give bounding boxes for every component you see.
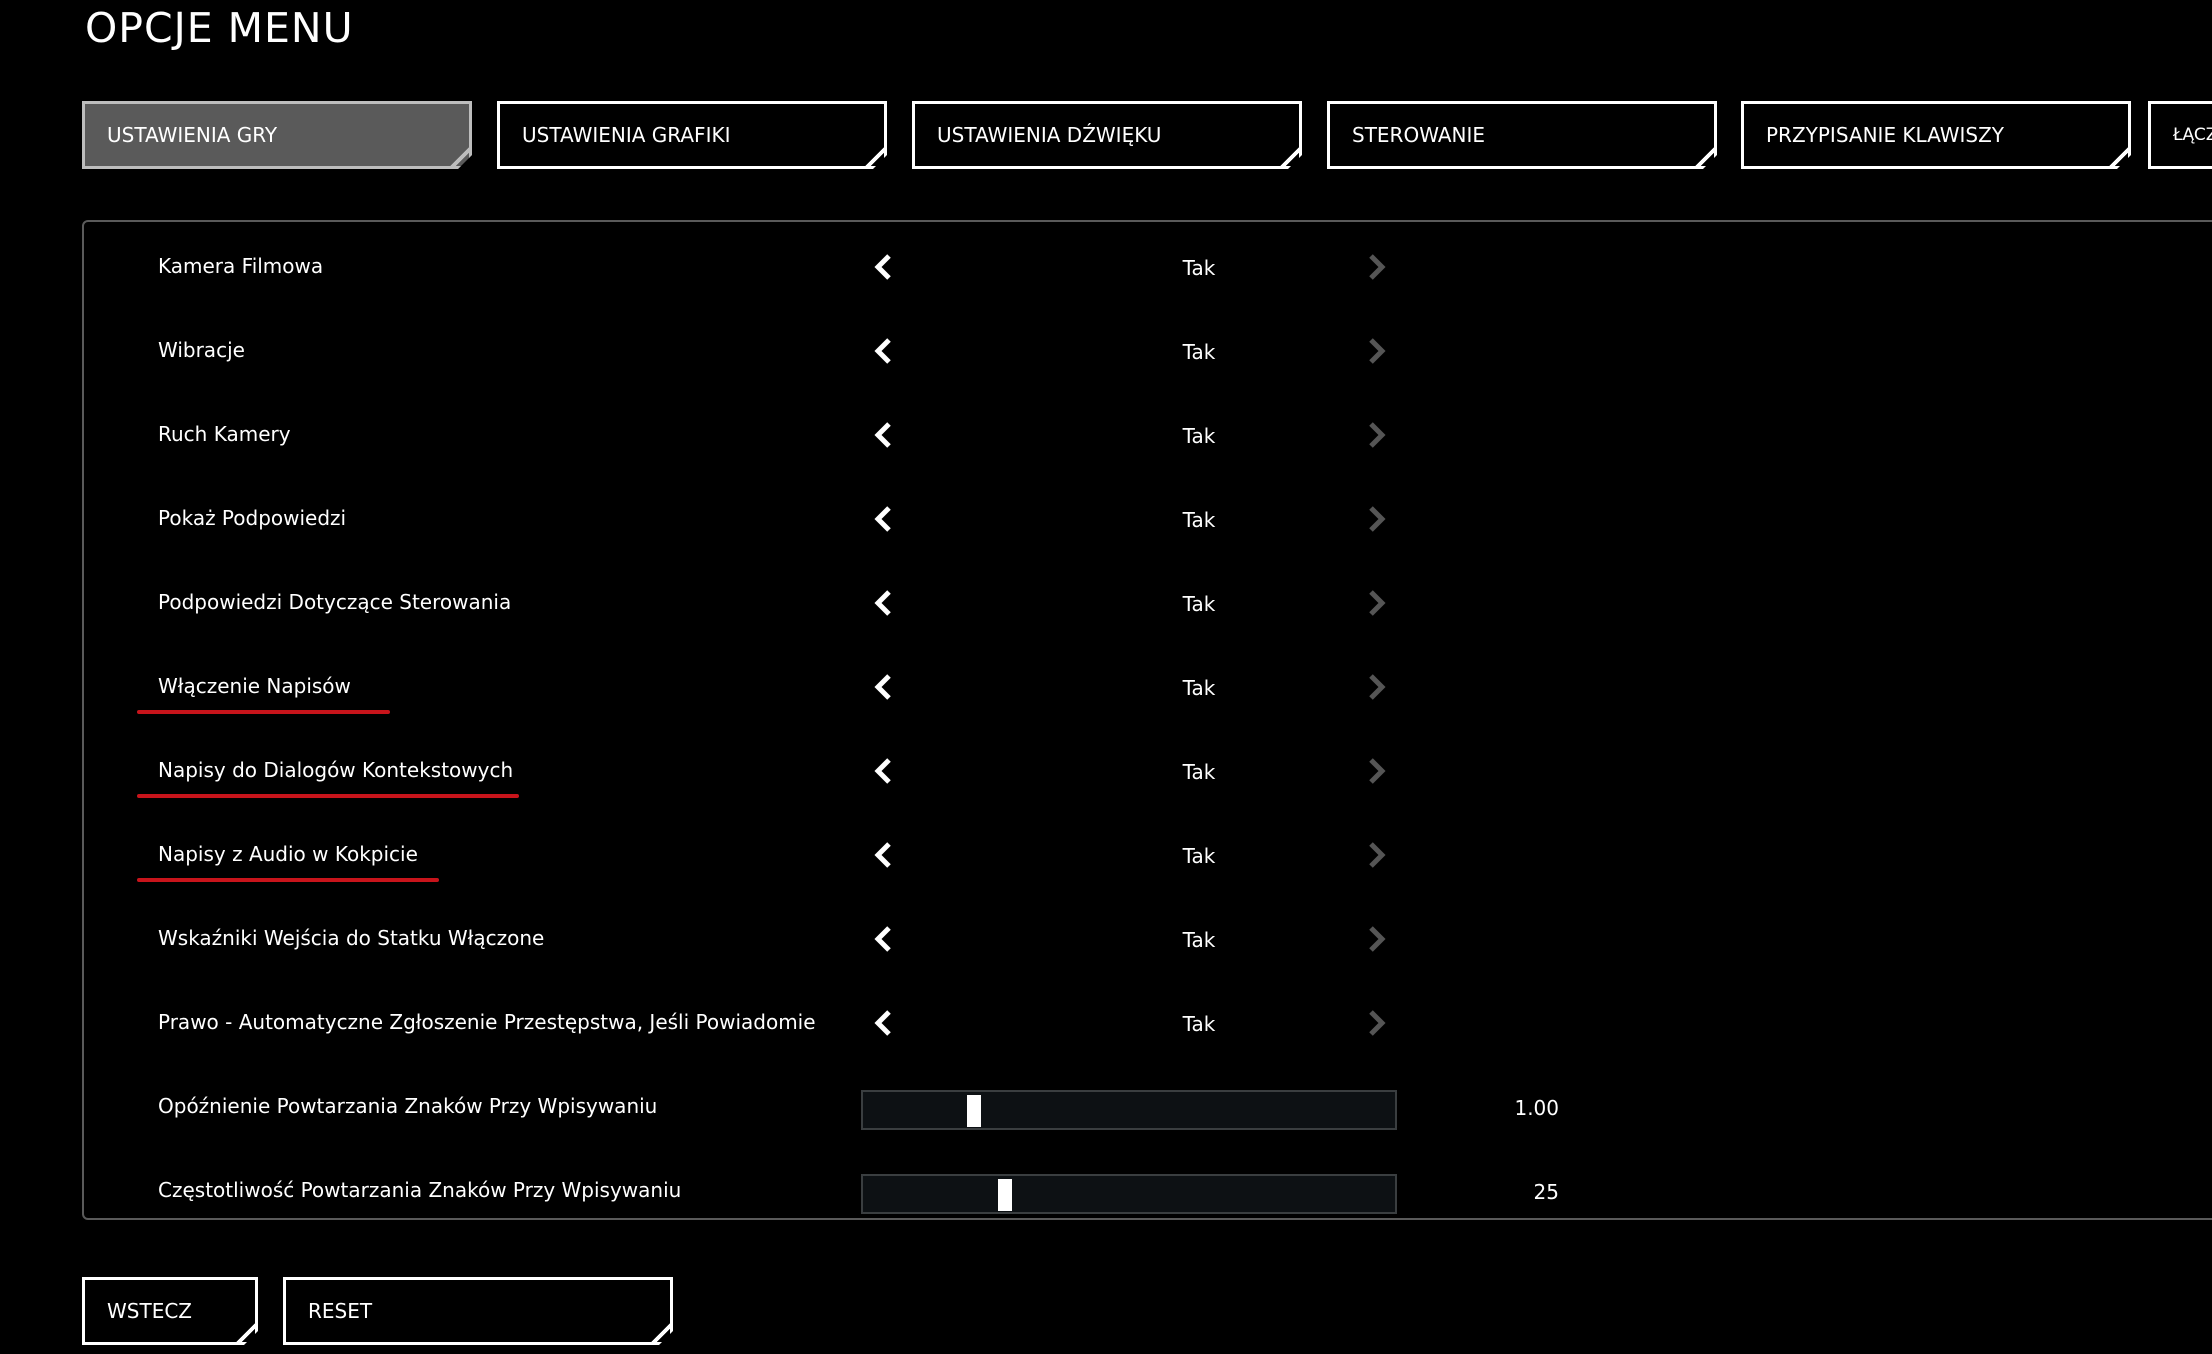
setting-label: Kamera Filmowa: [158, 254, 324, 278]
setting-row: Wskaźniki Wejścia do Statku Włączone Tak: [84, 908, 1684, 968]
reset-button-label: RESET: [308, 1299, 373, 1323]
setting-value: Tak: [1182, 1012, 1216, 1036]
chevron-right-icon[interactable]: [1361, 418, 1391, 452]
setting-value: Tak: [1182, 928, 1216, 952]
chevron-left-icon[interactable]: [869, 586, 899, 620]
setting-value: Tak: [1182, 760, 1216, 784]
chevron-left-icon[interactable]: [869, 838, 899, 872]
key-repeat-rate-slider[interactable]: [861, 1174, 1397, 1214]
tab-label: ŁĄCZ: [2173, 125, 2212, 145]
chevron-left-icon[interactable]: [869, 418, 899, 452]
tab-corner-decoration: [450, 147, 470, 167]
setting-label: Napisy do Dialogów Kontekstowych: [158, 758, 514, 782]
tab-label: PRZYPISANIE KLAWISZY: [1766, 123, 2005, 147]
setting-value: Tak: [1182, 340, 1216, 364]
setting-label: Prawo - Automatyczne Zgłoszenie Przestęp…: [158, 1010, 816, 1034]
chevron-right-icon[interactable]: [1361, 838, 1391, 872]
chevron-left-icon[interactable]: [869, 922, 899, 956]
slider-row: Opóźnienie Powtarzania Znaków Przy Wpisy…: [84, 1076, 1684, 1136]
tab-bar: USTAWIENIA GRY USTAWIENIA GRAFIKI USTAWI…: [82, 101, 2212, 169]
chevron-left-icon[interactable]: [869, 250, 899, 284]
setting-value: Tak: [1182, 256, 1216, 280]
chevron-left-icon[interactable]: [869, 670, 899, 704]
page-title: OPCJE MENU: [85, 4, 354, 52]
setting-label: Napisy z Audio w Kokpicie: [158, 842, 418, 866]
setting-row: Podpowiedzi Dotyczące Sterowania Tak: [84, 572, 1684, 632]
setting-value: Tak: [1182, 424, 1216, 448]
setting-label: Ruch Kamery: [158, 422, 291, 446]
chevron-right-icon[interactable]: [1361, 586, 1391, 620]
setting-row: Wibracje Tak: [84, 320, 1684, 380]
setting-value: Tak: [1182, 508, 1216, 532]
chevron-right-icon[interactable]: [1361, 754, 1391, 788]
tab-connections[interactable]: ŁĄCZ: [2148, 101, 2212, 169]
slider-thumb[interactable]: [998, 1179, 1012, 1211]
setting-label: Częstotliwość Powtarzania Znaków Przy Wp…: [158, 1178, 682, 1202]
tab-label: STEROWANIE: [1352, 123, 1486, 147]
tab-corner-decoration: [865, 147, 885, 167]
chevron-right-icon[interactable]: [1361, 502, 1391, 536]
tab-key-bindings[interactable]: PRZYPISANIE KLAWISZY: [1741, 101, 2131, 169]
tab-game-settings[interactable]: USTAWIENIA GRY: [82, 101, 472, 169]
tab-corner-decoration: [2109, 147, 2129, 167]
setting-row: Włączenie Napisów Tak: [84, 656, 1684, 716]
tab-label: USTAWIENIA DŹWIĘKU: [937, 123, 1162, 147]
tab-label: USTAWIENIA GRY: [107, 123, 278, 147]
setting-label: Wibracje: [158, 338, 245, 362]
setting-value: Tak: [1182, 844, 1216, 868]
setting-label: Opóźnienie Powtarzania Znaków Przy Wpisy…: [158, 1094, 658, 1118]
back-button[interactable]: WSTECZ: [82, 1277, 258, 1345]
setting-label: Pokaż Podpowiedzi: [158, 506, 347, 530]
setting-value: Tak: [1182, 676, 1216, 700]
setting-row: Napisy z Audio w Kokpicie Tak: [84, 824, 1684, 884]
red-underline-annotation: [137, 794, 519, 798]
settings-panel: Kamera Filmowa Tak Wibracje Tak Ruch Kam…: [82, 220, 2212, 1220]
setting-row: Kamera Filmowa Tak: [84, 236, 1684, 296]
red-underline-annotation: [137, 878, 439, 882]
chevron-left-icon[interactable]: [869, 334, 899, 368]
slider-row: Częstotliwość Powtarzania Znaków Przy Wp…: [84, 1160, 1684, 1220]
key-repeat-delay-slider[interactable]: [861, 1090, 1397, 1130]
chevron-right-icon[interactable]: [1361, 922, 1391, 956]
button-corner-decoration: [651, 1323, 671, 1343]
setting-label: Włączenie Napisów: [158, 674, 351, 698]
tab-graphics-settings[interactable]: USTAWIENIA GRAFIKI: [497, 101, 887, 169]
tab-corner-decoration: [1280, 147, 1300, 167]
setting-row: Ruch Kamery Tak: [84, 404, 1684, 464]
chevron-right-icon[interactable]: [1361, 334, 1391, 368]
setting-row: Prawo - Automatyczne Zgłoszenie Przestęp…: [84, 992, 1684, 1052]
red-underline-annotation: [137, 710, 390, 714]
chevron-right-icon[interactable]: [1361, 670, 1391, 704]
chevron-left-icon[interactable]: [869, 502, 899, 536]
setting-row: Napisy do Dialogów Kontekstowych Tak: [84, 740, 1684, 800]
slider-thumb[interactable]: [967, 1095, 981, 1127]
setting-row: Pokaż Podpowiedzi Tak: [84, 488, 1684, 548]
reset-button[interactable]: RESET: [283, 1277, 673, 1345]
tab-corner-decoration: [1695, 147, 1715, 167]
chevron-left-icon[interactable]: [869, 1006, 899, 1040]
slider-value: 1.00: [1514, 1096, 1559, 1120]
button-corner-decoration: [236, 1323, 256, 1343]
tab-controls[interactable]: STEROWANIE: [1327, 101, 1717, 169]
back-button-label: WSTECZ: [107, 1299, 192, 1323]
chevron-right-icon[interactable]: [1361, 1006, 1391, 1040]
chevron-left-icon[interactable]: [869, 754, 899, 788]
setting-value: Tak: [1182, 592, 1216, 616]
setting-label: Podpowiedzi Dotyczące Sterowania: [158, 590, 512, 614]
chevron-right-icon[interactable]: [1361, 250, 1391, 284]
setting-label: Wskaźniki Wejścia do Statku Włączone: [158, 926, 545, 950]
slider-value: 25: [1533, 1180, 1559, 1204]
tab-sound-settings[interactable]: USTAWIENIA DŹWIĘKU: [912, 101, 1302, 169]
tab-label: USTAWIENIA GRAFIKI: [522, 123, 731, 147]
